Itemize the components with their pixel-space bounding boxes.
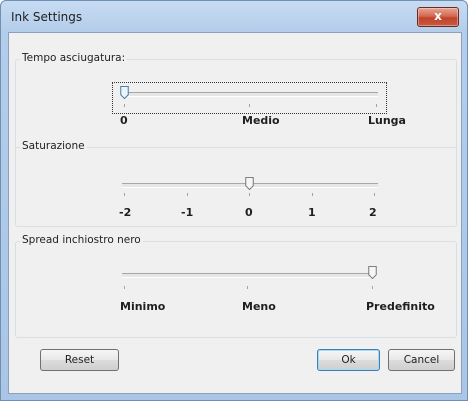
black-spread-track[interactable]: [122, 273, 374, 278]
saturation-tick-3: [312, 193, 313, 196]
black-spread-tick-2: [372, 286, 373, 289]
saturation-tick-label-1: -1: [181, 206, 194, 219]
drying-time-slider[interactable]: [116, 86, 381, 110]
black-spread-slider[interactable]: [116, 266, 381, 290]
black-spread-tick-1: [247, 286, 248, 289]
drying-time-tick-1: [249, 104, 250, 107]
saturation-group: Saturazione -2 -1 0 1 2: [15, 140, 457, 227]
drying-time-track[interactable]: [122, 92, 378, 97]
close-button[interactable]: x: [417, 7, 459, 27]
saturation-tick-label-2: 0: [245, 206, 253, 219]
drying-time-tick-label-1: Medio: [242, 114, 280, 127]
window-title: Ink Settings: [11, 10, 83, 24]
black-spread-group: Spread inchiostro nero Minimo Meno Prede…: [15, 234, 457, 338]
drying-time-tick-0: [124, 104, 125, 107]
saturation-tick-0: [124, 193, 125, 196]
saturation-label: Saturazione: [20, 140, 87, 152]
saturation-tick-label-0: -2: [119, 206, 132, 219]
saturation-tick-label-3: 1: [308, 206, 316, 219]
drying-time-tick-label-2: Lunga: [368, 114, 406, 127]
reset-button[interactable]: Reset: [40, 349, 119, 371]
black-spread-tick-label-2: Predefinito: [366, 300, 435, 313]
ink-settings-window: Ink Settings x Tempo asciugatura: 0 Medi…: [0, 0, 468, 401]
saturation-thumb[interactable]: [245, 177, 254, 190]
close-icon[interactable]: x: [418, 8, 458, 26]
drying-time-label: Tempo asciugatura:: [20, 52, 128, 64]
drying-time-thumb[interactable]: [120, 86, 129, 99]
black-spread-tick-0: [124, 286, 125, 289]
saturation-tick-4: [374, 193, 375, 196]
saturation-tick-1: [187, 193, 188, 196]
black-spread-tick-label-1: Meno: [242, 300, 276, 313]
ok-button[interactable]: Ok: [317, 349, 380, 371]
black-spread-label: Spread inchiostro nero: [20, 234, 143, 246]
black-spread-thumb[interactable]: [368, 266, 377, 279]
title-bar[interactable]: Ink Settings x: [1, 1, 467, 33]
saturation-slider[interactable]: [116, 177, 381, 201]
dialog-client-area: Tempo asciugatura: 0 Medio Lunga Saturaz…: [8, 32, 462, 394]
cancel-button[interactable]: Cancel: [388, 349, 455, 371]
drying-time-tick-label-0: 0: [120, 114, 128, 127]
saturation-tick-label-4: 2: [369, 206, 377, 219]
saturation-tick-2: [249, 193, 250, 196]
drying-time-tick-2: [376, 104, 377, 107]
black-spread-tick-label-0: Minimo: [120, 300, 166, 313]
